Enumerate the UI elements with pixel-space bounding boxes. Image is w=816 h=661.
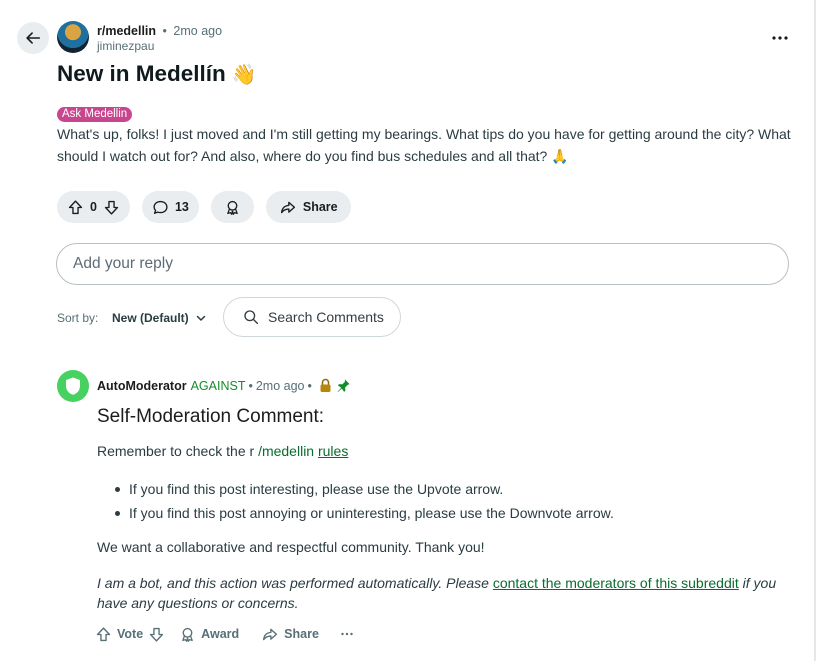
back-button[interactable] xyxy=(17,22,49,54)
upvote-icon[interactable] xyxy=(95,626,112,643)
award-button[interactable] xyxy=(210,191,254,223)
comment-bullet-list: If you find this post interesting, pleas… xyxy=(112,477,792,525)
comment-vote: Vote xyxy=(95,626,165,643)
meta-separator: • xyxy=(162,24,167,38)
more-icon xyxy=(772,36,788,40)
downvote-icon[interactable] xyxy=(103,199,120,216)
post-body: What's up, folks! I just moved and I'm s… xyxy=(57,126,791,164)
pin-icon xyxy=(336,378,351,393)
back-arrow-icon xyxy=(26,32,41,44)
bot-note: I am a bot, and this action was performe… xyxy=(97,573,787,613)
vote-label: Vote xyxy=(117,627,144,641)
comment-share-button[interactable]: Share xyxy=(261,626,319,643)
bot-note-prefix: I am a bot, and this action was performe… xyxy=(97,575,493,591)
comments-button[interactable]: 13 xyxy=(141,191,199,223)
comment-rules-line: Remember to check the r /medellin rules xyxy=(97,441,348,461)
share-label: Share xyxy=(284,627,319,641)
wave-emoji: 👋 xyxy=(231,64,257,86)
shield-icon xyxy=(66,377,80,395)
lock-icon xyxy=(319,378,332,393)
automoderator-avatar[interactable] xyxy=(57,370,89,402)
subreddit-avatar[interactable] xyxy=(57,21,89,53)
comment-heading: Self-Moderation Comment: xyxy=(97,406,325,427)
more-options-button[interactable] xyxy=(768,27,792,49)
comment-separator-2: • xyxy=(307,378,312,393)
award-icon xyxy=(224,199,241,216)
subreddit-mention[interactable]: /medellin xyxy=(258,443,314,459)
post-title-text: New in Medellín xyxy=(57,61,226,86)
comment-actions: Vote Award Share xyxy=(95,623,375,645)
subreddit-link[interactable]: r/medellin xyxy=(97,24,156,38)
post-actions: 0 13 Share xyxy=(57,191,351,223)
share-icon xyxy=(279,199,297,216)
list-item: If you find this post interesting, pleas… xyxy=(112,477,792,501)
contact-moderators-link[interactable]: contact the moderators of this subreddit xyxy=(493,575,739,591)
share-button[interactable]: Share xyxy=(265,191,351,223)
award-icon xyxy=(179,626,196,643)
comment-count: 13 xyxy=(174,200,189,214)
award-label: Award xyxy=(201,627,240,641)
search-comments-button[interactable]: Search Comments xyxy=(223,297,401,337)
sort-dropdown[interactable]: New (Default) xyxy=(112,309,207,327)
more-icon xyxy=(341,632,353,636)
share-icon xyxy=(261,626,279,643)
post-author[interactable]: jiminezpau xyxy=(97,39,154,53)
comment-author[interactable]: AutoModerator xyxy=(97,379,187,393)
chevron-down-icon xyxy=(195,312,207,324)
reply-input[interactable]: Add your reply xyxy=(56,243,789,285)
comment-author-flair: AGAINST xyxy=(190,378,246,393)
share-label: Share xyxy=(302,200,338,214)
upvote-icon[interactable] xyxy=(67,199,84,216)
comment-award-button[interactable]: Award xyxy=(179,626,239,643)
sort-value: New (Default) xyxy=(112,311,189,325)
comment-time: 2mo ago xyxy=(255,378,305,393)
comment-meta: AutoModerator AGAINST • 2mo ago • xyxy=(97,378,351,393)
downvote-icon[interactable] xyxy=(148,626,165,643)
search-comments-label: Search Comments xyxy=(268,309,384,325)
comment-community-line: We want a collaborative and respectful c… xyxy=(97,539,485,555)
list-item: If you find this post annoying or uninte… xyxy=(112,501,792,525)
post-title: New in Medellín 👋 xyxy=(57,60,257,89)
post-flair[interactable]: Ask Medellin xyxy=(57,107,133,122)
post-time: 2mo ago xyxy=(173,24,223,38)
vote-pill: 0 xyxy=(57,191,130,223)
post-meta: r/medellin • 2mo ago xyxy=(97,24,222,38)
rules-link[interactable]: rules xyxy=(318,443,348,459)
rules-line-prefix: Remember to check the r xyxy=(97,443,259,459)
comment-more-button[interactable] xyxy=(341,632,353,636)
sort-label: Sort by: xyxy=(57,311,99,325)
comment-icon xyxy=(152,199,169,216)
comment-separator: • xyxy=(248,378,253,393)
vote-count: 0 xyxy=(90,200,97,214)
search-icon xyxy=(243,309,259,325)
